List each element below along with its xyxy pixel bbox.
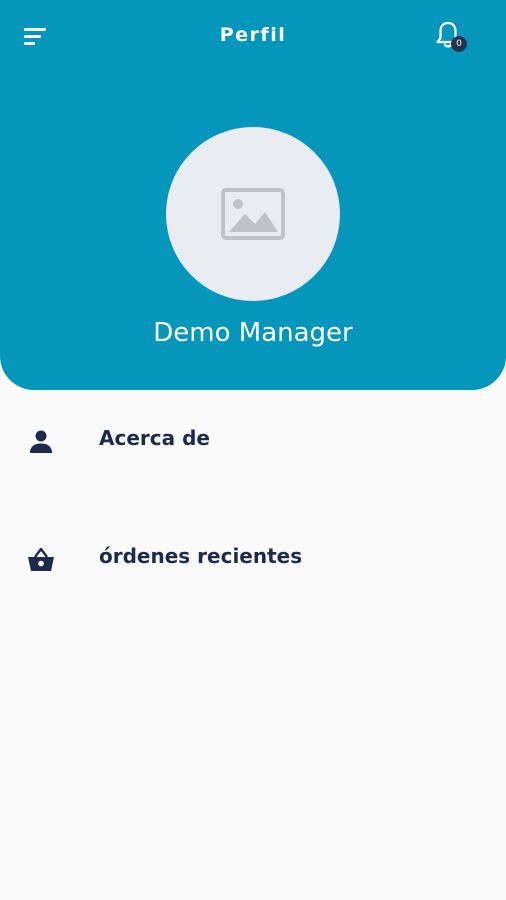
menu-item-recent-orders[interactable]: órdenes recientes — [0, 528, 506, 588]
menu-item-label: órdenes recientes — [99, 544, 303, 568]
image-placeholder-icon — [221, 188, 285, 240]
profile-header: Perfil 0 Demo Manager — [0, 0, 506, 390]
menu-item-label: Acerca de — [99, 426, 210, 450]
page-title: Perfil — [219, 24, 287, 46]
menu-item-about[interactable]: Acerca de — [0, 410, 506, 470]
basket-icon — [28, 547, 54, 571]
avatar[interactable] — [166, 127, 340, 301]
person-icon — [30, 430, 52, 453]
notification-badge: 0 — [451, 36, 467, 52]
profile-name: Demo Manager — [153, 318, 353, 348]
notifications-button[interactable]: 0 — [432, 18, 472, 58]
